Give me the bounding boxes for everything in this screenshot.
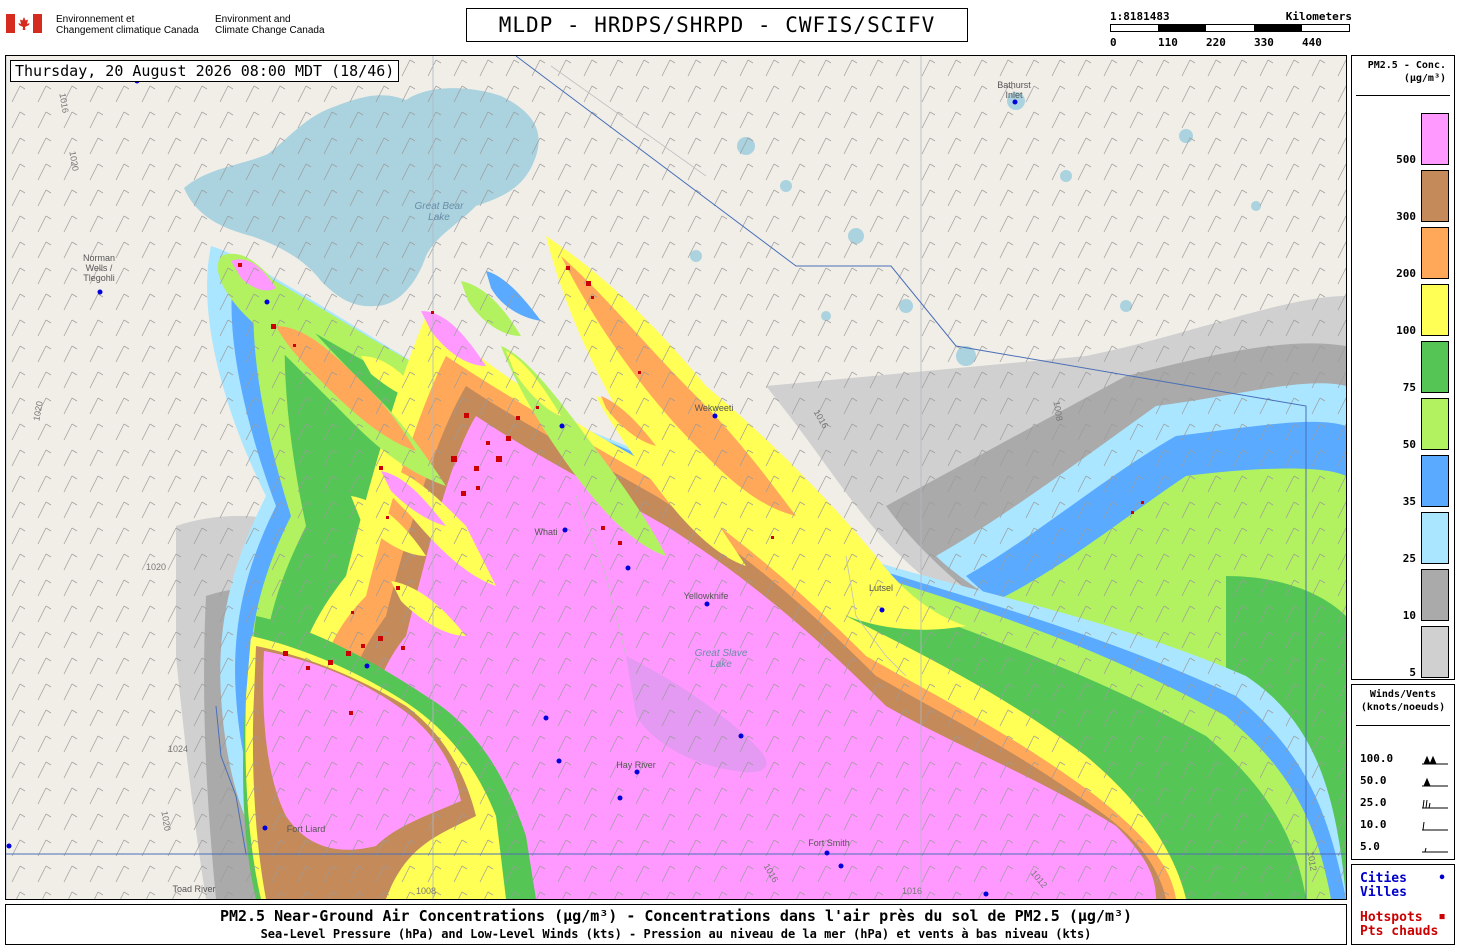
caption-line1: PM2.5 Near-Ground Air Concentrations (µg… [219,907,1133,925]
legend-swatch [1421,113,1449,165]
cities-label-fr: Villes [1360,885,1407,900]
place-label: Hay River [616,760,656,770]
cities-label-en: Cities [1360,871,1407,886]
legend-title-line1: PM2.5 - Conc. [1367,60,1446,71]
legend-label: 35 [1402,495,1416,508]
scale-bar: 1:8181483 Kilometers 0 110 220 330 440 [1110,10,1352,50]
legend-swatch [1421,341,1449,393]
place-label: Fort Smith [808,838,850,848]
wind-speed-label: 25.0 [1360,796,1387,809]
map-key: Cities Villes • Hotspots Pts chauds ▪ [1351,864,1455,945]
wind-barbs-layer [6,56,1346,899]
agency-fr-line1: Environnement et [56,14,135,25]
legend-label: 500 [1396,153,1416,166]
hotspots-label-fr: Pts chauds [1360,924,1439,939]
place-label: Fort Liard [286,824,326,834]
legend-label: 5 [1409,666,1416,679]
scale-tick: 330 [1254,36,1274,49]
place-label: Toad River [172,884,216,894]
caption-line2: Sea-Level Pressure (hPa) and Low-Level W… [260,927,1092,941]
wind-barb-5-icon [1422,847,1448,853]
scale-tick: 220 [1206,36,1226,49]
divider [1356,725,1450,726]
legend-label: 200 [1396,267,1416,280]
wind-title-line2: (knots/noeuds) [1360,702,1446,713]
wind-barb-50-icon [1422,777,1448,787]
scale-unit: Kilometers [1285,10,1352,23]
agency-name-french: Environnement et Changement climatique C… [56,14,199,36]
place-label: Bathurst Inlet [997,80,1031,100]
legend-label: 50 [1402,438,1416,451]
legend-title-line2: (µg/m³) [1403,73,1446,84]
divider [1356,95,1450,96]
legend-label: 10 [1402,609,1416,622]
scale-bar-graphic [1110,24,1350,32]
wind-speed-label: 5.0 [1360,840,1380,853]
legend-swatch [1421,170,1449,222]
legend-swatch [1421,398,1449,450]
pm25-legend: PM2.5 - Conc. (µg/m³) 500 300 200 100 75 50 35… [1351,55,1455,680]
agency-fr-line2: Changement climatique Canada [56,25,199,36]
scale-tick: 440 [1302,36,1322,49]
isobar-label: 1024 [168,744,189,754]
forecast-timestamp: Thursday, 20 August 2026 08:00 MDT (18/4… [10,60,400,82]
wind-legend-title: Winds/Vents (knots/noeuds) [1352,688,1454,714]
legend-label: 25 [1402,552,1416,565]
place-label: Whati [534,527,558,537]
legend-swatch [1421,569,1449,621]
legend-swatch [1421,455,1449,507]
legend-swatch [1421,227,1449,279]
place-label: Wekweeti [694,403,734,413]
wind-speed-label: 100.0 [1360,752,1394,765]
hotspot-square-icon: ▪ [1438,909,1446,924]
agency-en-line1: Environment and [215,14,291,25]
legend-swatch [1421,284,1449,336]
smoke-forecast-map[interactable]: Bathurst Inlet Norman Wells / Tlegohli W… [5,55,1347,900]
place-label: Norman Wells / Tlegohli [82,253,115,283]
isobar-label: 1016 [902,886,923,896]
lake-label: Great Slave Lake [694,648,748,670]
scale-tick: 110 [1158,36,1178,49]
canada-flag-icon [6,14,42,33]
map-title: MLDP - HRDPS/SHRPD - CWFIS/SCIFV [466,8,968,42]
map-caption: PM2.5 Near-Ground Air Concentrations (µg… [5,904,1347,945]
legend-label: 100 [1396,324,1416,337]
city-dot-icon: • [1438,871,1446,886]
legend-label: 75 [1402,381,1416,394]
legend-swatch [1421,626,1449,678]
legend-title: PM2.5 - Conc. (µg/m³) [1352,59,1454,85]
map-canvas [6,56,1346,899]
wind-barb-25-icon [1422,799,1448,809]
wind-barb-10-icon [1422,821,1448,831]
wind-legend: Winds/Vents (knots/noeuds) 100.0 50.0 25… [1351,684,1455,860]
wind-speed-label: 10.0 [1360,818,1387,831]
lake-label: Great Bear Lake [414,201,464,223]
wind-barb-100-icon [1422,755,1448,765]
agency-en-line2: Climate Change Canada [215,25,325,36]
place-label: Yellowknife [683,591,729,601]
place-label: Lutsel [868,583,894,593]
wind-title-line1: Winds/Vents [1369,689,1437,700]
legend-label: 300 [1396,210,1416,223]
isobar-label: 1020 [146,562,167,572]
cities-key-label: Cities Villes [1360,872,1407,900]
scale-tick: 0 [1110,36,1117,49]
hotspots-label-en: Hotspots [1360,910,1423,925]
agency-name-english: Environment and Climate Change Canada [215,14,325,36]
legend-swatch [1421,512,1449,564]
wind-speed-label: 50.0 [1360,774,1387,787]
scale-ratio: 1:8181483 [1110,10,1170,23]
hotspots-key-label: Hotspots Pts chauds [1360,911,1438,939]
isobar-label: 1008 [416,886,437,896]
